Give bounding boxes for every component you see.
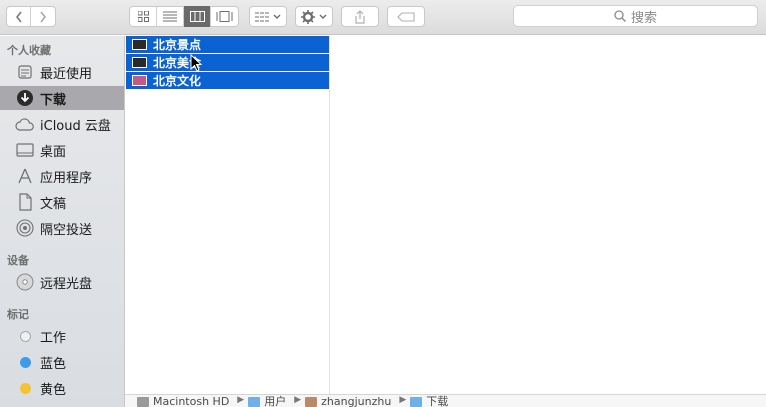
sidebar-item-icloud[interactable]: iCloud 云盘	[0, 112, 124, 136]
airdrop-icon	[15, 218, 35, 238]
sidebar-item-remote-disc[interactable]: 远程光盘	[0, 270, 124, 294]
sidebar: 个人收藏 最近使用 下载 iCloud 云盘 桌面 应用程序 文稿 隔空投送 设…	[0, 36, 125, 407]
hard-disk-icon	[137, 396, 149, 407]
chevron-left-icon	[15, 11, 22, 22]
desktop-icon	[15, 140, 35, 160]
image-file-icon	[132, 39, 147, 50]
file-row[interactable]: 北京美食	[126, 54, 329, 71]
chevron-down-icon	[273, 14, 281, 19]
file-column: 北京景点 北京美食 北京文化	[125, 36, 330, 394]
sidebar-item-tag-work[interactable]: 工作	[0, 324, 124, 348]
sidebar-item-label: 下载	[40, 92, 67, 108]
path-item-users[interactable]: 用户	[248, 395, 286, 407]
columns-icon	[189, 11, 205, 22]
gallery-icon	[216, 11, 233, 22]
file-name: 北京景点	[153, 38, 202, 52]
file-row[interactable]: 北京景点	[126, 36, 329, 53]
path-separator-icon: ▶	[237, 395, 245, 405]
sidebar-item-applications[interactable]: 应用程序	[0, 164, 124, 188]
search-placeholder: 搜索	[630, 10, 657, 26]
sidebar-item-label: 应用程序	[40, 170, 93, 186]
icon-view-button[interactable]	[130, 6, 157, 27]
path-separator-icon: ▶	[294, 395, 302, 405]
home-icon	[305, 396, 318, 407]
file-row[interactable]: 北京文化	[126, 72, 329, 89]
sidebar-item-tag-yellow[interactable]: 黄色	[0, 376, 124, 400]
sidebar-item-tag-blue[interactable]: 蓝色	[0, 350, 124, 374]
search-field[interactable]: 搜索	[513, 5, 758, 27]
sidebar-item-label: 隔空投送	[40, 222, 93, 238]
gear-icon	[301, 9, 315, 24]
group-button[interactable]	[249, 6, 287, 27]
path-label: Macintosh HD	[153, 395, 230, 407]
group-grid-icon	[255, 12, 269, 21]
sidebar-item-label: 蓝色	[40, 356, 67, 372]
path-label: 用户	[264, 395, 287, 407]
sidebar-item-airdrop[interactable]: 隔空投送	[0, 216, 124, 240]
path-item-disk[interactable]: Macintosh HD	[137, 395, 229, 407]
tag-dot-icon	[15, 378, 35, 398]
gallery-view-button[interactable]	[211, 6, 238, 27]
favorites-heading: 个人收藏	[7, 44, 51, 57]
path-item-home[interactable]: zhangjunzhu	[305, 395, 391, 407]
image-file-icon	[132, 75, 147, 86]
sidebar-item-label: iCloud 云盘	[40, 118, 111, 134]
sidebar-item-label: 文稿	[40, 196, 67, 212]
path-bar: Macintosh HD ▶ 用户 ▶ zhangjunzhu ▶ 下载	[125, 394, 766, 407]
search-icon	[614, 10, 626, 22]
cloud-icon	[15, 114, 35, 134]
sidebar-item-label: 工作	[40, 330, 67, 346]
sidebar-item-documents[interactable]: 文稿	[0, 190, 124, 214]
sidebar-item-label: 桌面	[40, 144, 67, 160]
path-label: 下载	[426, 395, 449, 407]
tag-dot-icon	[15, 352, 35, 372]
mouse-cursor-icon	[190, 54, 202, 72]
action-button[interactable]	[295, 6, 333, 27]
image-file-icon	[132, 57, 147, 68]
sidebar-item-downloads[interactable]: 下载	[0, 86, 124, 110]
nav-buttons	[6, 6, 56, 27]
file-name: 北京文化	[153, 74, 202, 88]
applications-icon	[15, 166, 35, 186]
share-button[interactable]	[341, 6, 379, 27]
forward-button[interactable]	[31, 7, 55, 26]
path-label: zhangjunzhu	[321, 395, 392, 407]
chevron-right-icon	[40, 11, 47, 22]
column-view-button[interactable]	[184, 6, 211, 27]
path-separator-icon: ▶	[399, 395, 407, 405]
grid-icon	[137, 11, 149, 22]
back-button[interactable]	[7, 7, 32, 26]
tag-dot-icon	[15, 326, 35, 346]
path-item-downloads[interactable]: 下载	[410, 395, 448, 407]
documents-icon	[15, 192, 35, 212]
sidebar-item-label: 黄色	[40, 382, 67, 398]
download-icon	[15, 88, 35, 108]
toolbar: 搜索	[0, 0, 766, 35]
share-icon	[355, 9, 365, 24]
list-view-button[interactable]	[157, 6, 184, 27]
folder-icon	[410, 396, 423, 407]
folder-icon	[248, 396, 261, 407]
sidebar-item-recents[interactable]: 最近使用	[0, 60, 124, 84]
remote-disc-icon	[15, 272, 35, 292]
list-icon	[163, 11, 177, 22]
recent-icon	[15, 62, 35, 82]
sidebar-item-label: 远程光盘	[40, 276, 93, 292]
tag-icon	[397, 11, 415, 22]
devices-heading: 设备	[7, 254, 29, 267]
view-mode-control	[129, 6, 239, 27]
tags-button[interactable]	[387, 6, 425, 27]
chevron-down-icon	[319, 14, 327, 19]
sidebar-item-label: 最近使用	[40, 66, 93, 82]
tags-heading: 标记	[7, 308, 29, 321]
sidebar-item-desktop[interactable]: 桌面	[0, 138, 124, 162]
